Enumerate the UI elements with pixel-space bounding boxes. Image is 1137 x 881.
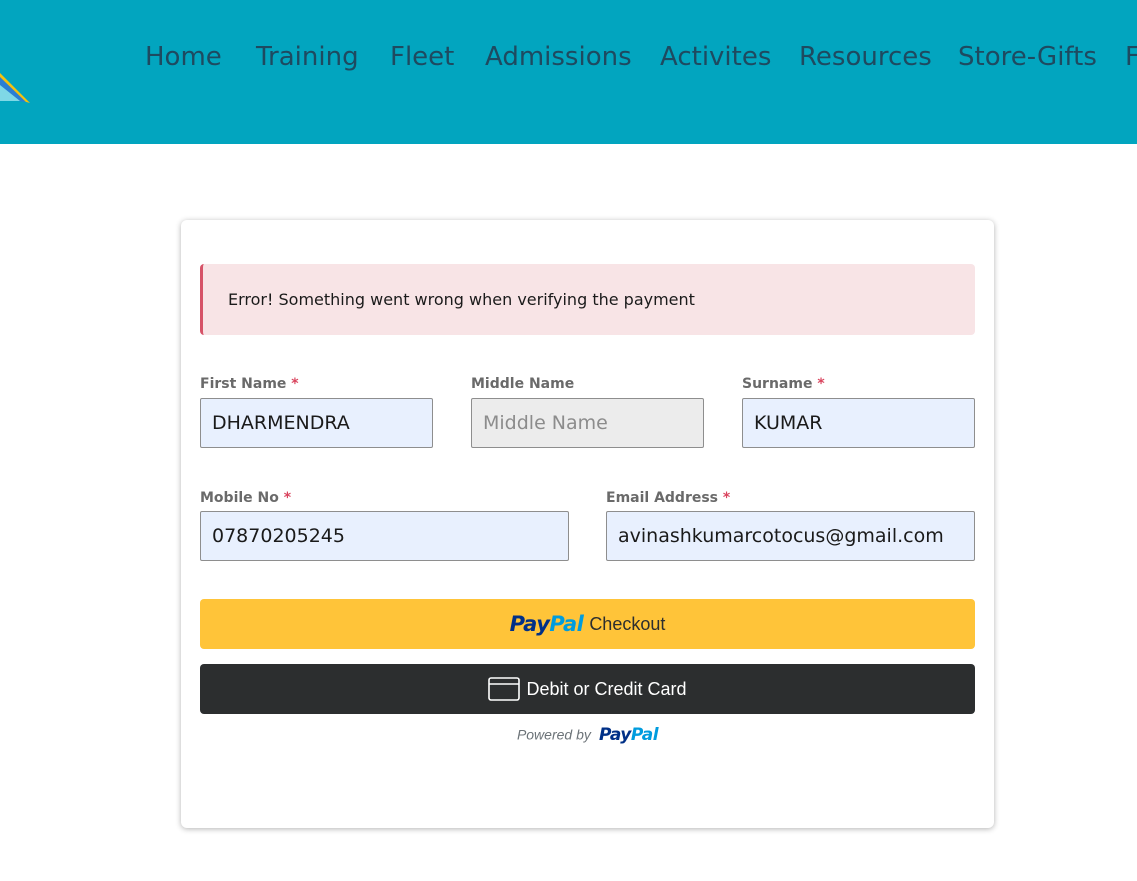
email-label-text: Email Address [606,490,719,506]
mobile-label: Mobile No * [200,490,291,506]
first-name-label: First Name * [200,376,299,392]
required-marker: * [722,490,731,506]
required-marker: * [817,376,825,392]
email-label: Email Address * [606,490,730,506]
error-alert-text: Error! Something went wrong when verifyi… [228,290,695,309]
paypal-logo-pay: Pay [509,612,550,636]
nav-item-activites[interactable]: Activites [660,42,771,72]
required-marker: * [291,376,299,392]
nav-item-store-gifts[interactable]: Store-Gifts [958,42,1097,72]
nav-item-admissions[interactable]: Admissions [485,42,632,72]
debit-credit-card-button[interactable]: Debit or Credit Card [200,664,975,714]
nav-item-resources[interactable]: Resources [799,42,932,72]
middle-name-label: Middle Name [471,376,574,392]
required-marker: * [283,490,292,506]
main-nav: Home Training Fleet Admissions Activites… [0,0,1137,120]
payment-form-card: Error! Something went wrong when verifyi… [181,220,994,828]
nav-item-training[interactable]: Training [256,42,359,72]
powered-by-paypal: Powered by PayPal [181,724,994,745]
paypal-logo-pal: Pal [549,612,584,636]
error-alert: Error! Something went wrong when verifyi… [200,264,975,335]
surname-input[interactable] [742,398,975,448]
powered-logo-pay: Pay [598,724,631,745]
powered-logo-pal: Pal [630,724,659,745]
nav-item-fleet[interactable]: Fleet [390,42,454,72]
surname-label: Surname * [742,376,825,392]
middle-name-input[interactable] [471,398,704,448]
site-header: Home Training Fleet Admissions Activites… [0,0,1137,144]
paypal-checkout-label: Checkout [589,613,666,634]
mobile-label-text: Mobile No [200,490,279,506]
mobile-input[interactable] [200,511,569,561]
nav-item-home[interactable]: Home [145,42,222,72]
powered-by-paypal-logo: PayPal [598,724,659,745]
middle-name-label-text: Middle Name [471,376,575,392]
paypal-logo: PayPal [510,612,584,636]
credit-card-icon [488,677,521,701]
email-input[interactable] [606,511,975,561]
surname-label-text: Surname [742,376,813,392]
first-name-input[interactable] [200,398,433,448]
paypal-checkout-button[interactable]: PayPal Checkout [200,599,975,649]
powered-by-text: Powered by [516,726,591,743]
nav-item-truncated[interactable]: F [1125,42,1137,72]
first-name-label-text: First Name [200,376,287,392]
debit-credit-card-label: Debit or Credit Card [526,678,687,699]
